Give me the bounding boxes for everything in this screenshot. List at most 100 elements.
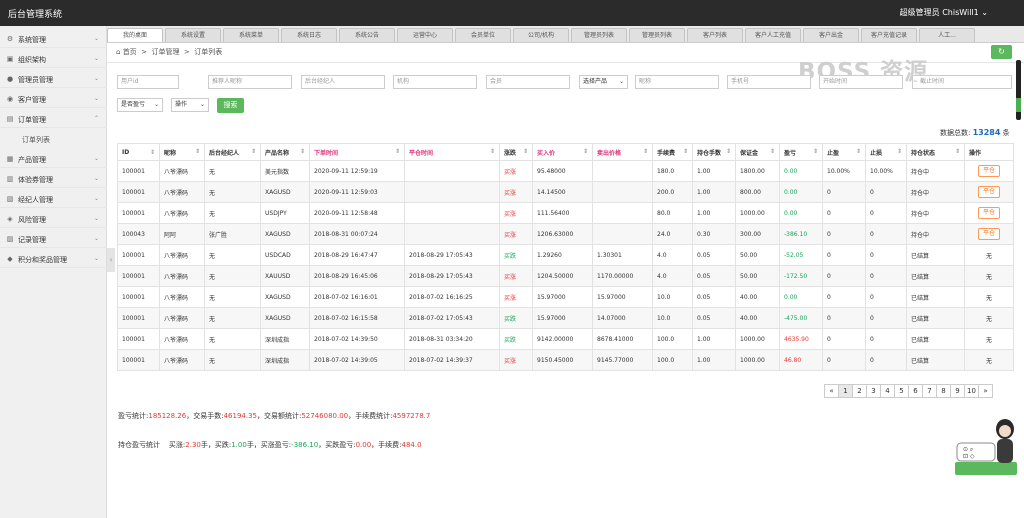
breadcrumb-level1[interactable]: 订单管理	[151, 48, 179, 56]
close-position-button[interactable]: 平仓	[977, 186, 1000, 198]
tab-customer-list[interactable]: 客户列表	[687, 28, 743, 42]
sidebar-collapse-toggle[interactable]: ‹	[107, 248, 115, 272]
next-page-button[interactable]: »	[978, 384, 993, 398]
column-header[interactable]: 平仓时间 ⇕	[404, 143, 500, 161]
sort-icon[interactable]: ⇕	[251, 148, 256, 155]
column-header[interactable]: 持仓状态 ⇕	[906, 143, 965, 161]
column-header[interactable]: 止损 ⇕	[865, 143, 907, 161]
tab-desktop[interactable]: 我的桌面	[107, 28, 163, 42]
column-header[interactable]: 涨跌 ⇕	[499, 143, 533, 161]
sidebar-item-customer[interactable]: ◉ 客户管理 ⌄	[0, 90, 107, 108]
phone-input[interactable]: 手机号	[727, 75, 811, 89]
search-button[interactable]: 搜索	[217, 98, 244, 113]
tab-company[interactable]: 公司/机构	[513, 28, 569, 42]
tab-member-unit[interactable]: 会员单位	[455, 28, 511, 42]
page-button[interactable]: 7	[922, 384, 937, 398]
sort-icon[interactable]: ⇕	[523, 148, 528, 155]
prev-page-button[interactable]: «	[824, 384, 839, 398]
sidebar-item-coupon[interactable]: ▥ 体验券管理 ⌄	[0, 170, 107, 188]
page-button[interactable]: 6	[908, 384, 923, 398]
sidebar-item-label: 记录管理	[18, 236, 46, 244]
tab-system-log[interactable]: 系统日志	[281, 28, 337, 42]
sort-icon[interactable]: ⇕	[150, 149, 155, 156]
table-cell: 已结算	[906, 244, 965, 266]
sort-icon[interactable]: ⇕	[490, 148, 495, 155]
member-input[interactable]: 会员	[486, 75, 570, 89]
institution-input[interactable]: 机构	[393, 75, 477, 89]
user-id-input[interactable]: 用户id	[117, 75, 179, 89]
sort-icon[interactable]: ⇕	[583, 148, 588, 155]
page-button[interactable]: 5	[894, 384, 909, 398]
sort-icon[interactable]: ⇕	[683, 148, 688, 155]
page-button[interactable]: 10	[964, 384, 979, 398]
column-header[interactable]: 下单时间 ⇕	[309, 143, 405, 161]
broker-input[interactable]: 后台经纪人	[301, 75, 385, 89]
action-select[interactable]: 操作 ⌄	[171, 98, 209, 112]
user-menu[interactable]: 超级管理员 ChisWill1 ⌄	[900, 7, 988, 18]
sidebar-item-record[interactable]: ▨ 记录管理 ⌄	[0, 230, 107, 248]
sort-icon[interactable]: ⇕	[955, 148, 960, 155]
tab-system-menu[interactable]: 系统菜单	[223, 28, 279, 42]
page-button[interactable]: 2	[852, 384, 867, 398]
sidebar-item-risk[interactable]: ◈ 风险管理 ⌄	[0, 210, 107, 228]
sort-icon[interactable]: ⇕	[897, 148, 902, 155]
tab-manual-recharge[interactable]: 客户人工充值	[745, 28, 801, 42]
table-row: 100001 八爷漂码 无 XAUUSD 2018-08-29 16:45:06 2018…	[117, 265, 1014, 287]
tab-admin-list-2[interactable]: 管理员列表	[629, 28, 685, 42]
sidebar-item-org[interactable]: ▣ 组织架构 ⌄	[0, 50, 107, 68]
table-cell: 深圳成指	[260, 328, 310, 350]
sort-icon[interactable]: ⇕	[813, 148, 818, 155]
close-position-button[interactable]: 平仓	[977, 207, 1000, 219]
product-select[interactable]: 选择产品 ⌄	[579, 75, 628, 89]
cell-text: 2018-07-02 16:15:58	[314, 314, 378, 322]
breadcrumb-home[interactable]: 首页	[123, 48, 137, 56]
sort-icon[interactable]: ⇕	[770, 148, 775, 155]
mascot-image[interactable]: ⊙ ⌕ ⊡ ◇	[955, 415, 1021, 475]
sidebar-item-admin[interactable]: ● 管理员管理 ⌄	[0, 70, 107, 88]
column-header[interactable]: 止盈 ⇕	[822, 143, 866, 161]
table-cell: 八爷漂码	[159, 328, 205, 350]
page-button[interactable]: 1	[838, 384, 853, 398]
nickname-input[interactable]: 昵称	[635, 75, 719, 89]
profit-select[interactable]: 是否盈亏 ⌄	[117, 98, 163, 112]
sidebar-item-order[interactable]: ▤ 订单管理 ⌃	[0, 110, 107, 128]
column-header[interactable]: 保证金 ⇕	[735, 143, 780, 161]
tab-more[interactable]: 人工...	[919, 28, 975, 42]
page-button[interactable]: 3	[866, 384, 881, 398]
sort-icon[interactable]: ⇕	[195, 148, 200, 155]
referrer-nick-input[interactable]: 推荐人昵称	[208, 75, 292, 89]
tab-recharge-record[interactable]: 客户充值记录	[861, 28, 917, 42]
table-cell: 100001	[117, 349, 160, 371]
tab-system-notice[interactable]: 系统公告	[339, 28, 395, 42]
sidebar-item-system[interactable]: ⚙ 系统管理 ⌄	[0, 30, 107, 48]
close-position-button[interactable]: 平仓	[977, 228, 1000, 240]
sort-icon[interactable]: ⇕	[643, 148, 648, 155]
scroll-knob[interactable]	[1016, 98, 1021, 112]
tab-system-settings[interactable]: 系统设置	[165, 28, 221, 42]
refresh-button[interactable]: ↻	[991, 45, 1012, 59]
page-button[interactable]: 9	[950, 384, 965, 398]
column-header[interactable]: 持仓手数 ⇕	[692, 143, 736, 161]
tab-admin-list[interactable]: 管理员列表	[571, 28, 627, 42]
column-header[interactable]: 买入价 ⇕	[532, 143, 593, 161]
sidebar-item-broker[interactable]: ▧ 经纪人管理 ⌄	[0, 190, 107, 208]
page-button[interactable]: 8	[936, 384, 951, 398]
column-header[interactable]: 盈亏 ⇕	[779, 143, 823, 161]
scroll-widget[interactable]	[1016, 60, 1021, 120]
column-header[interactable]: 卖出价格 ⇕	[592, 143, 653, 161]
end-time-input[interactable]: ~ 截止时间	[912, 75, 1012, 89]
sort-icon[interactable]: ⇕	[856, 148, 861, 155]
tab-withdraw[interactable]: 客户出金	[803, 28, 859, 42]
table-cell: 100001	[117, 265, 160, 287]
sort-icon[interactable]: ⇕	[300, 148, 305, 155]
close-position-button[interactable]: 平仓	[977, 165, 1000, 177]
tab-ops-center[interactable]: 运营中心	[397, 28, 453, 42]
page-button[interactable]: 4	[880, 384, 895, 398]
sort-icon[interactable]: ⇕	[395, 148, 400, 155]
sidebar-subitem-order-list[interactable]: 订单列表	[0, 130, 107, 148]
sidebar-item-product[interactable]: ▦ 产品管理 ⌄	[0, 150, 107, 168]
sidebar-item-points[interactable]: ◆ 积分和奖品管理 ⌄	[0, 250, 107, 268]
start-time-input[interactable]: 开始时间	[819, 75, 903, 89]
column-header[interactable]: 手续费 ⇕	[652, 143, 693, 161]
sort-icon[interactable]: ⇕	[726, 148, 731, 155]
